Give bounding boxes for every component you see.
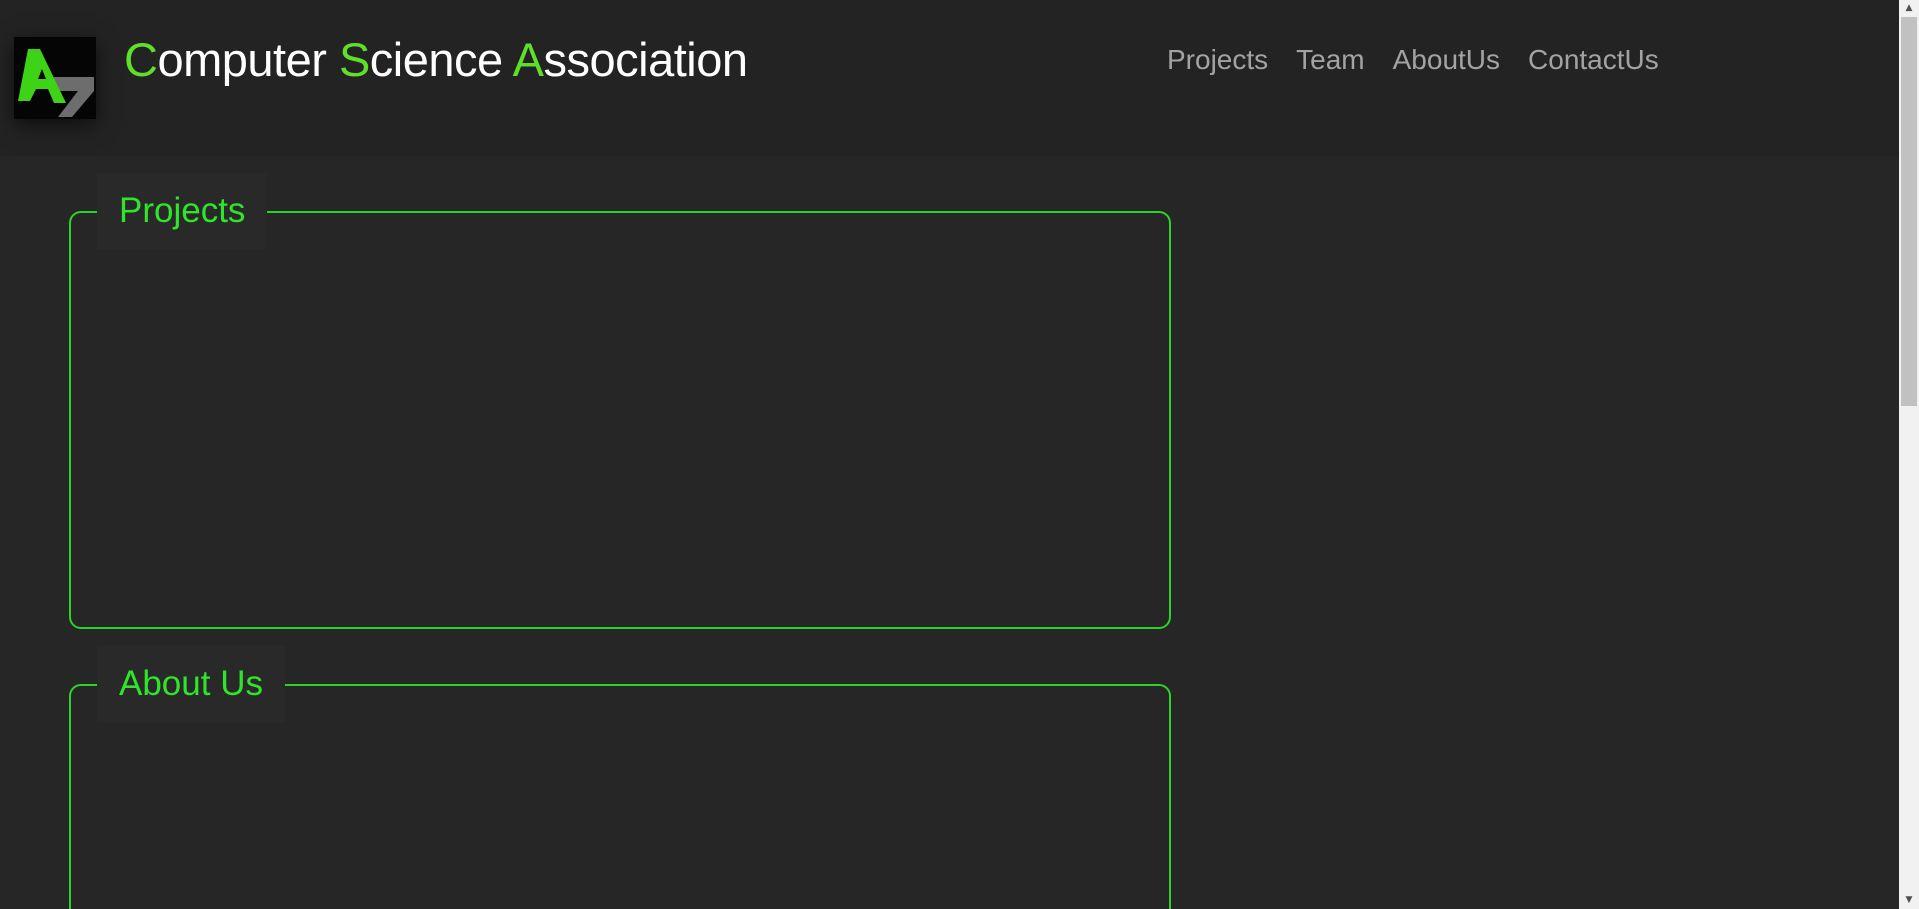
nav-link-about-us[interactable]: AboutUs xyxy=(1393,38,1500,82)
title-initial: C xyxy=(124,33,158,86)
about-us-section: About Us xyxy=(69,646,1171,909)
page: Computer Science Association Projects Te… xyxy=(0,0,1919,909)
title-initial: S xyxy=(338,33,370,86)
nav-link-projects[interactable]: Projects xyxy=(1167,38,1268,82)
title-initial: A xyxy=(512,33,544,86)
scrollbar-thumb[interactable] xyxy=(1901,17,1917,406)
about-us-section-title: About Us xyxy=(97,646,285,722)
site-title: Computer Science Association xyxy=(124,28,748,92)
vertical-scrollbar[interactable]: ▲ ▼ xyxy=(1899,0,1919,909)
nav-link-team[interactable]: Team xyxy=(1296,38,1364,82)
main-nav: Projects Team AboutUs ContactUs xyxy=(1167,38,1659,82)
title-word-rest: ssociation xyxy=(543,33,748,86)
nav-link-contact-us[interactable]: ContactUs xyxy=(1528,38,1659,82)
site-header: Computer Science Association Projects Te… xyxy=(0,0,1899,156)
csa-logo-icon[interactable] xyxy=(14,37,96,119)
title-word-rest: omputer xyxy=(157,33,339,86)
projects-section: Projects xyxy=(69,173,1171,629)
scroll-down-arrow-icon[interactable]: ▼ xyxy=(1899,892,1919,909)
scroll-up-arrow-icon[interactable]: ▲ xyxy=(1899,0,1919,17)
title-word-rest: cience xyxy=(369,33,513,86)
projects-section-title: Projects xyxy=(97,173,268,249)
